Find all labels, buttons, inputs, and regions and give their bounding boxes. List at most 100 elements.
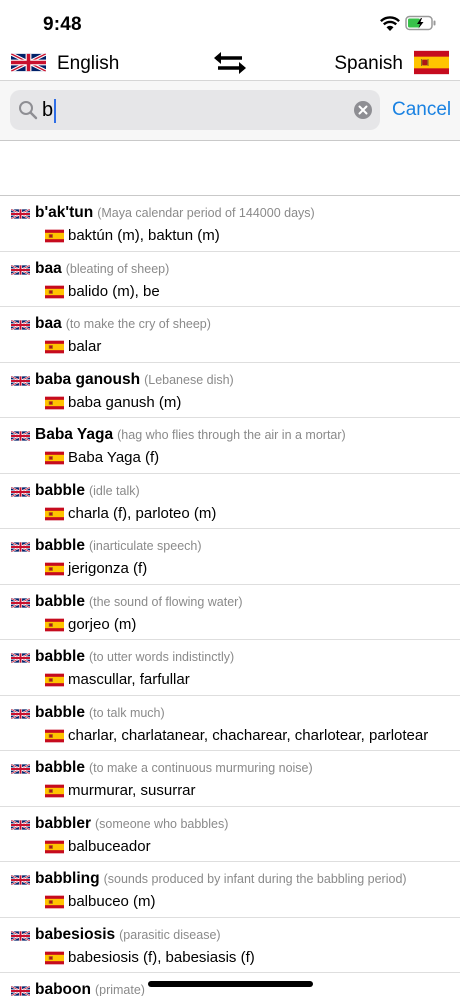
- uk-flag-icon: [11, 263, 30, 277]
- spain-flag-icon: [45, 618, 64, 632]
- entry-note: (to utter words indistinctly): [88, 650, 235, 664]
- spain-flag-icon: [45, 229, 64, 243]
- entry-term: babble: [35, 648, 85, 665]
- status-bar: 9:48: [0, 0, 460, 44]
- search-bar: Cancel: [0, 81, 460, 141]
- entry-translation: baktún (m), baktun (m): [68, 227, 220, 244]
- spain-flag-icon: [45, 840, 64, 854]
- empty-panel: [0, 141, 460, 196]
- swap-arrows-icon[interactable]: [212, 50, 248, 76]
- entry-translation: charla (f), parloteo (m): [68, 504, 217, 522]
- spain-flag-icon: [45, 784, 64, 798]
- entry-note: (sounds produced by infant during the ba…: [103, 872, 407, 886]
- entry-heading: babesiosis (parasitic disease): [35, 926, 221, 944]
- uk-flag-icon: [11, 318, 30, 332]
- text-caret: [54, 99, 56, 123]
- result-row[interactable]: babble (to talk much) charlar, charlatanea…: [0, 696, 460, 751]
- entry-translation: mascullar, farfullar: [68, 671, 190, 688]
- entry-note: (parasitic disease): [119, 927, 221, 942]
- entry-heading: babble (inarticulate speech): [35, 537, 202, 555]
- target-language[interactable]: Spanish: [334, 53, 403, 75]
- entry-note: (bleating of sheep): [65, 261, 170, 276]
- entry-term: baa: [35, 315, 62, 332]
- result-row[interactable]: babble (the sound of flowing water) gorjeo…: [0, 585, 460, 640]
- uk-flag-icon: [11, 596, 30, 610]
- entry-heading: babble (idle talk): [35, 482, 140, 500]
- entry-heading: baba ganoush (Lebanese dish): [35, 371, 234, 389]
- spain-flag-icon: [45, 673, 64, 687]
- result-row[interactable]: babble (to utter words indistinctly) mascu…: [0, 640, 460, 696]
- result-row[interactable]: b'ak'tun (Maya calendar period of 144000 …: [0, 196, 460, 252]
- result-row[interactable]: babbler (someone who babbles) balbuceador: [0, 807, 460, 862]
- uk-flag-icon: [11, 707, 30, 721]
- entry-heading: babble (the sound of flowing water): [35, 593, 243, 611]
- entry-term: babble: [35, 481, 85, 499]
- entry-heading: baa (to make the cry of sheep): [35, 315, 211, 333]
- uk-flag-icon: [11, 929, 30, 943]
- entry-translation: babesiosis (f), babesiasis (f): [68, 948, 255, 966]
- result-row[interactable]: baa (bleating of sheep) balido (m), be: [0, 252, 460, 307]
- entry-heading: baa (bleating of sheep): [35, 260, 169, 278]
- result-row[interactable]: babesiosis (parasitic disease) babesiosis …: [0, 918, 460, 973]
- spain-flag-icon: [45, 340, 64, 354]
- uk-flag-icon: [11, 984, 30, 996]
- result-row[interactable]: babble (idle talk) charla (f), parloteo (m…: [0, 474, 460, 529]
- entry-translation: balbuceador: [68, 837, 151, 855]
- entry-translation: charlar, charlatanear, chacharear, charl…: [68, 726, 429, 744]
- home-indicator: [148, 981, 313, 987]
- entry-term: babbling: [35, 870, 100, 887]
- spain-flag-icon: [45, 951, 64, 965]
- result-row[interactable]: Baba Yaga (hag who flies through the air …: [0, 418, 460, 474]
- spain-flag-icon: [45, 396, 64, 410]
- entry-translation: murmurar, susurrar: [68, 782, 196, 799]
- result-row[interactable]: babble (to make a continuous murmuring no…: [0, 751, 460, 807]
- entry-note: (Maya calendar period of 144000 days): [97, 206, 315, 220]
- battery-icon: [405, 15, 436, 31]
- entry-note: (someone who babbles): [94, 816, 229, 831]
- entry-translation: balido (m), be: [68, 282, 160, 300]
- spain-flag-icon: [45, 451, 64, 465]
- entry-heading: babbling (sounds produced by infant durin…: [35, 870, 407, 888]
- entry-heading: babble (to utter words indistinctly): [35, 648, 234, 666]
- entry-note: (to make the cry of sheep): [65, 317, 211, 331]
- search-icon: [19, 101, 38, 120]
- results-list[interactable]: b'ak'tun (Maya calendar period of 144000 …: [0, 196, 460, 996]
- result-row[interactable]: babble (inarticulate speech) jerigonza (f): [0, 529, 460, 585]
- entry-term: Baba Yaga: [35, 426, 114, 443]
- entry-note: (idle talk): [88, 483, 140, 498]
- entry-term: babesiosis: [35, 925, 116, 943]
- source-language[interactable]: English: [57, 53, 119, 75]
- uk-flag-icon: [11, 207, 30, 221]
- spain-flag-icon: [45, 895, 64, 909]
- spain-flag-icon: [45, 729, 64, 743]
- cancel-button[interactable]: Cancel: [392, 99, 451, 121]
- entry-translation: gorjeo (m): [68, 615, 137, 633]
- entry-translation: balar: [68, 338, 102, 355]
- uk-flag-icon[interactable]: [11, 49, 46, 76]
- entry-note: (inarticulate speech): [88, 539, 202, 553]
- entry-note: (Lebanese dish): [144, 372, 234, 387]
- clear-icon[interactable]: [354, 101, 372, 119]
- entry-term: babble: [35, 759, 85, 776]
- spain-flag-icon: [45, 507, 64, 521]
- result-row[interactable]: baba ganoush (Lebanese dish) baba ganush (…: [0, 363, 460, 418]
- entry-heading: babble (to talk much): [35, 704, 165, 722]
- spain-flag-icon[interactable]: [414, 49, 449, 76]
- entry-heading: babbler (someone who babbles): [35, 815, 228, 833]
- entry-term: baboon: [35, 981, 91, 996]
- wifi-icon: [380, 16, 400, 31]
- entry-note: (to talk much): [88, 705, 165, 720]
- entry-term: baa: [35, 259, 62, 277]
- entry-term: baba ganoush: [35, 370, 141, 388]
- uk-flag-icon: [11, 429, 30, 443]
- uk-flag-icon: [11, 651, 30, 665]
- result-row[interactable]: baa (to make the cry of sheep) balar: [0, 307, 460, 363]
- entry-translation: baba ganush (m): [68, 393, 182, 411]
- entry-term: b'ak'tun: [35, 204, 94, 221]
- search-input[interactable]: [42, 97, 342, 123]
- entry-note: (to make a continuous murmuring noise): [88, 761, 313, 775]
- search-field[interactable]: [10, 90, 380, 130]
- result-row[interactable]: babbling (sounds produced by infant durin…: [0, 862, 460, 918]
- entry-term: babble: [35, 592, 85, 610]
- entry-heading: Baba Yaga (hag who flies through the air …: [35, 426, 346, 444]
